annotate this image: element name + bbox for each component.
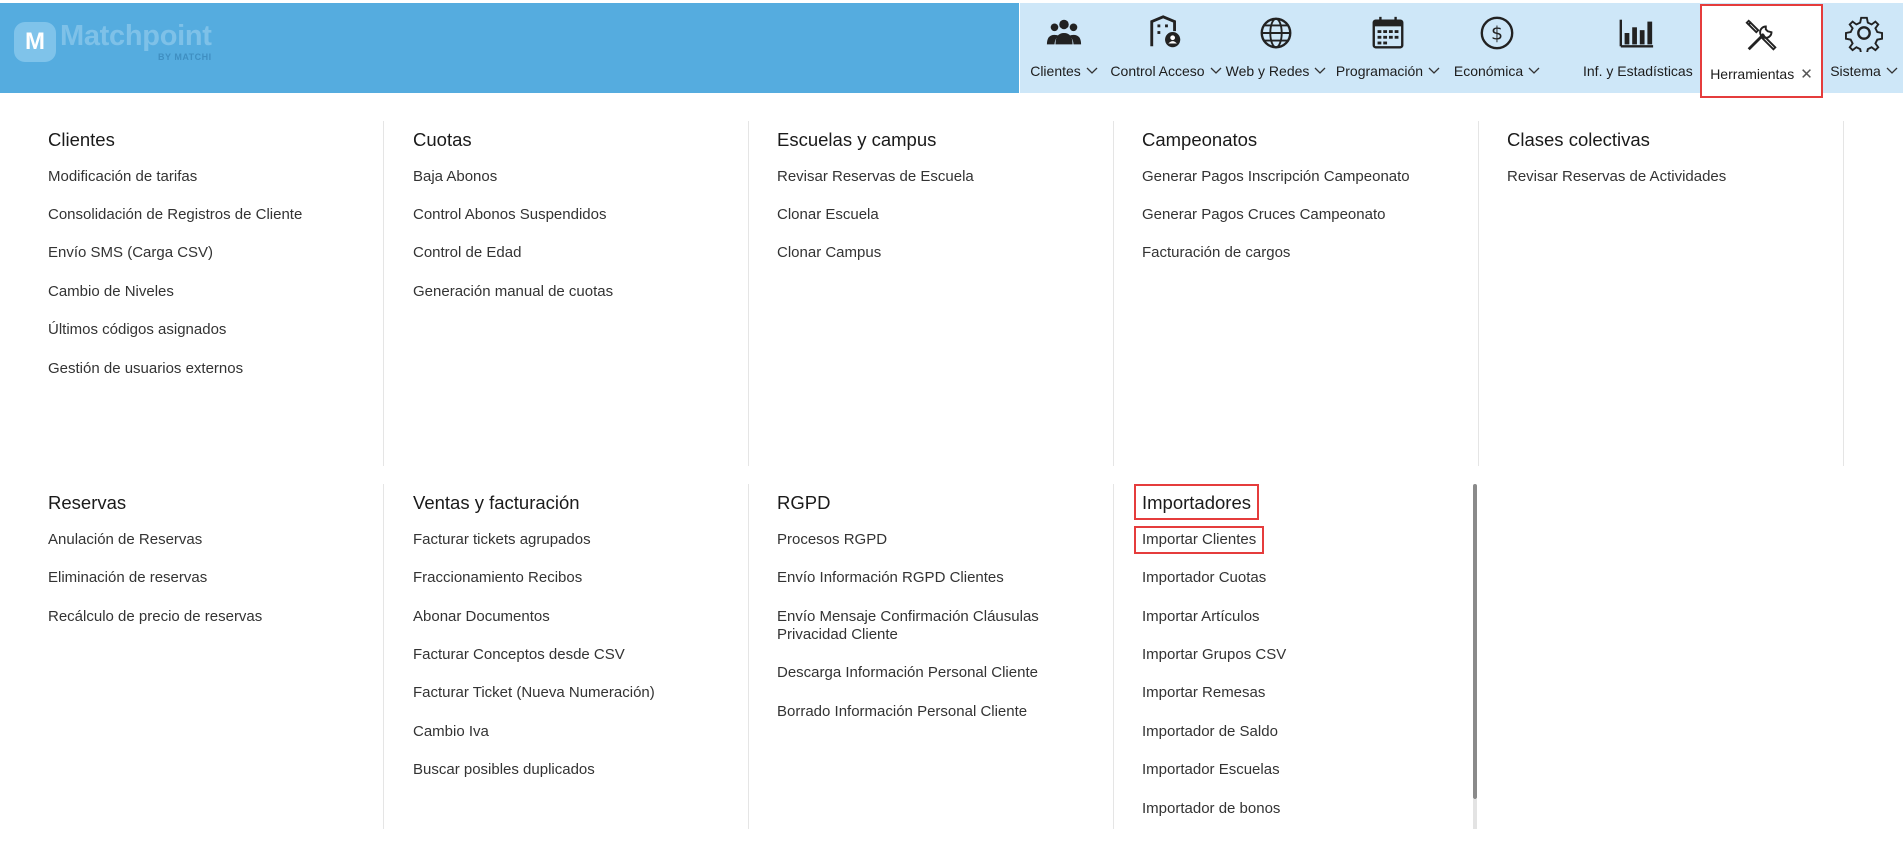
menu-link[interactable]: Buscar posibles duplicados: [413, 761, 595, 779]
section-title: Reservas: [48, 492, 127, 513]
menu-link[interactable]: Envío Información RGPD Clientes: [777, 569, 1004, 587]
divider: [748, 484, 749, 829]
chevron-down-icon: [1314, 67, 1326, 75]
globe-icon: [1256, 13, 1296, 53]
svg-text:$: $: [1491, 23, 1503, 45]
menu-link[interactable]: Revisar Reservas de Escuela: [777, 168, 974, 186]
menu-link[interactable]: Fraccionamiento Recibos: [413, 569, 582, 587]
section-title: Ventas y facturación: [413, 492, 580, 513]
bar-chart-icon: [1616, 13, 1656, 53]
menu-link[interactable]: Importar Grupos CSV: [1142, 646, 1286, 664]
nav-programacion[interactable]: Programación: [1333, 3, 1443, 93]
menu-link[interactable]: Revisar Reservas de Actividades: [1507, 168, 1726, 186]
section-title: Importadores: [1134, 484, 1259, 520]
menu-link[interactable]: Facturar Ticket (Nueva Numeración): [413, 684, 655, 702]
menu-link[interactable]: Eliminación de reservas: [48, 569, 207, 587]
menu-link[interactable]: Importador Escuelas: [1142, 761, 1280, 779]
scrollbar-track[interactable]: [1473, 799, 1477, 829]
logo-badge-icon: M: [14, 22, 56, 62]
menu-link[interactable]: Importador de Saldo: [1142, 723, 1278, 741]
gear-icon: [1844, 13, 1884, 53]
nav-sistema[interactable]: Sistema: [1828, 3, 1900, 93]
nav-sistema-label: Sistema: [1830, 63, 1881, 79]
menu-link[interactable]: Descarga Información Personal Cliente: [777, 664, 1038, 682]
menu-link[interactable]: Importar Artículos: [1142, 608, 1260, 626]
menu-link[interactable]: Borrado Información Personal Cliente: [777, 703, 1027, 721]
dollar-circle-icon: $: [1477, 13, 1517, 53]
calendar-icon: [1368, 13, 1408, 53]
section-title: Clases colectivas: [1507, 129, 1650, 150]
nav-economica[interactable]: $ Económica: [1448, 3, 1546, 93]
nav-clientes-label: Clientes: [1030, 63, 1081, 79]
menu-link[interactable]: Facturar tickets agrupados: [413, 531, 591, 549]
menu-link[interactable]: Recálculo de precio de reservas: [48, 608, 262, 626]
menu-link[interactable]: Envío SMS (Carga CSV): [48, 244, 213, 262]
menu-link[interactable]: Procesos RGPD: [777, 531, 887, 549]
matchpoint-logo[interactable]: M Matchpoint BY MATCHI: [14, 22, 212, 62]
nav-herramientas-label: Herramientas: [1710, 66, 1795, 82]
chevron-down-icon: [1886, 67, 1898, 75]
menu-link[interactable]: Consolidación de Registros de Cliente: [48, 206, 302, 224]
logo-name: Matchpoint: [60, 20, 212, 52]
chevron-down-icon: [1528, 67, 1540, 75]
menu-link[interactable]: Facturación de cargos: [1142, 244, 1290, 262]
menu-link[interactable]: Importador Cuotas: [1142, 569, 1266, 587]
menu-link[interactable]: Envío Mensaje Confirmación Cláusulas Pri…: [777, 608, 1077, 644]
nav-web-redes[interactable]: Web y Redes: [1224, 3, 1328, 93]
menu-link[interactable]: Clonar Campus: [777, 244, 881, 262]
menu-link[interactable]: Control de Edad: [413, 244, 521, 262]
menu-link[interactable]: Generación manual de cuotas: [413, 283, 613, 301]
menu-link[interactable]: Generar Pagos Cruces Campeonato: [1142, 206, 1385, 224]
menu-link[interactable]: Facturar Conceptos desde CSV: [413, 646, 625, 664]
app-header: M Matchpoint BY MATCHI Clientes Control …: [0, 0, 1903, 98]
nav-web-redes-label: Web y Redes: [1225, 63, 1310, 79]
nav-control-acceso[interactable]: Control Acceso: [1110, 3, 1222, 93]
menu-link[interactable]: Últimos códigos asignados: [48, 321, 226, 339]
menu-link[interactable]: Anulación de Reservas: [48, 531, 202, 549]
menu-link[interactable]: Control Abonos Suspendidos: [413, 206, 606, 224]
chevron-down-icon: [1428, 67, 1440, 75]
divider: [1113, 484, 1114, 829]
nav-control-acceso-label: Control Acceso: [1110, 63, 1205, 79]
section-title: Clientes: [48, 129, 115, 150]
menu-link[interactable]: Modificación de tarifas: [48, 168, 197, 186]
menu-link[interactable]: Generar Pagos Inscripción Campeonato: [1142, 168, 1410, 186]
building-lock-icon: [1146, 13, 1186, 53]
brand-area: M Matchpoint BY MATCHI: [0, 3, 1019, 93]
menu-link[interactable]: Baja Abonos: [413, 168, 497, 186]
menu-link[interactable]: Importar Remesas: [1142, 684, 1265, 702]
menu-link[interactable]: Abonar Documentos: [413, 608, 550, 626]
section-title: RGPD: [777, 492, 831, 513]
chevron-down-icon: [1086, 67, 1098, 75]
nav-economica-label: Económica: [1453, 63, 1524, 79]
nav-clientes[interactable]: Clientes: [1020, 3, 1108, 93]
menu-link-importar-clientes[interactable]: Importar Clientes: [1134, 526, 1265, 554]
nav-estadisticas[interactable]: Inf. y Estadísticas: [1581, 3, 1693, 93]
scrollbar-thumb[interactable]: [1473, 484, 1477, 799]
divider: [383, 484, 384, 829]
nav-herramientas[interactable]: Herramientas ✕: [1700, 4, 1823, 98]
menu-link[interactable]: Gestión de usuarios externos: [48, 360, 243, 378]
divider: [748, 121, 749, 466]
section-title: Cuotas: [413, 129, 472, 150]
nav-programacion-label: Programación: [1335, 63, 1424, 79]
nav-estadisticas-label: Inf. y Estadísticas: [1583, 63, 1693, 79]
users-group-icon: [1044, 13, 1084, 53]
main-nav: Clientes Control Acceso Web y Redes Prog…: [1019, 3, 1903, 98]
close-icon[interactable]: ✕: [1800, 65, 1813, 83]
menu-link[interactable]: Cambio Iva: [413, 723, 489, 741]
menu-link[interactable]: Clonar Escuela: [777, 206, 879, 224]
divider: [1478, 121, 1479, 466]
logo-subtitle: BY MATCHI: [157, 52, 212, 62]
tools-icon: [1742, 16, 1782, 56]
menu-link[interactable]: Importador de bonos: [1142, 800, 1280, 818]
divider: [1843, 121, 1844, 466]
menu-link[interactable]: Cambio de Niveles: [48, 283, 174, 301]
section-title: Escuelas y campus: [777, 129, 937, 150]
section-title: Campeonatos: [1142, 129, 1258, 150]
divider: [1113, 121, 1114, 466]
chevron-down-icon: [1210, 67, 1222, 75]
divider: [383, 121, 384, 466]
